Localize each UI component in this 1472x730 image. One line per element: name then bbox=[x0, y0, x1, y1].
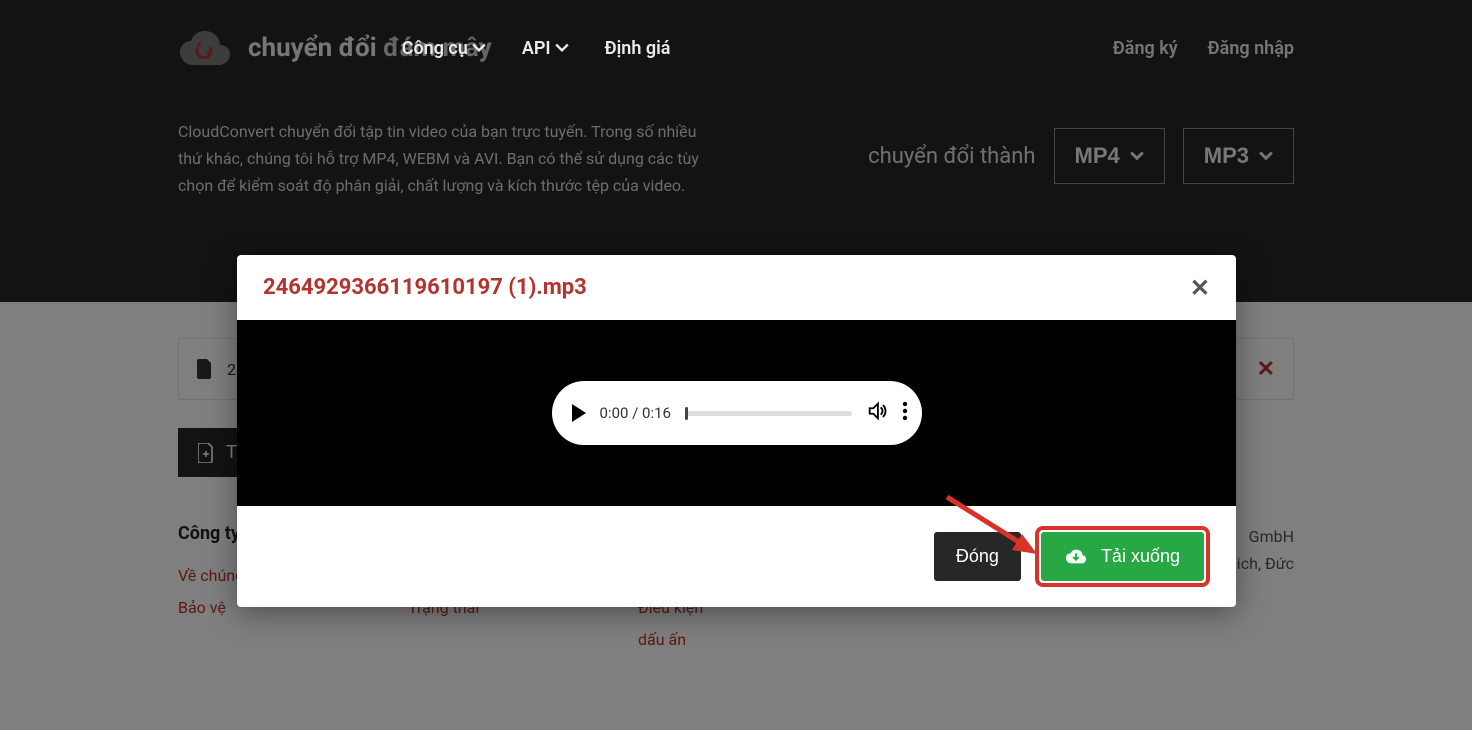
audio-player: 0:00 / 0:16 bbox=[552, 381, 922, 445]
nav-api[interactable]: API bbox=[522, 38, 569, 59]
audio-time: 0:00 / 0:16 bbox=[600, 404, 671, 422]
modal-header: 2464929366119610197 (1).mp3 ✕ bbox=[237, 255, 1236, 320]
nav-left: Công cụ API Định giá bbox=[402, 38, 671, 59]
close-icon[interactable]: ✕ bbox=[1190, 276, 1210, 300]
chevron-down-icon bbox=[555, 41, 569, 55]
more-icon[interactable] bbox=[902, 401, 908, 425]
volume-icon[interactable] bbox=[866, 400, 888, 426]
audio-seek-track[interactable] bbox=[685, 411, 852, 416]
chevron-down-icon bbox=[472, 41, 486, 55]
download-button-highlight: Tải xuống bbox=[1035, 526, 1210, 587]
cloud-download-icon bbox=[1065, 548, 1087, 566]
download-button[interactable]: Tải xuống bbox=[1041, 532, 1204, 581]
close-button[interactable]: Đóng bbox=[934, 532, 1021, 581]
play-button[interactable] bbox=[572, 404, 586, 422]
nav-pricing[interactable]: Định giá bbox=[605, 38, 671, 59]
modal-title: 2464929366119610197 (1).mp3 bbox=[263, 275, 587, 300]
nav-tools[interactable]: Công cụ bbox=[402, 38, 486, 59]
modal-footer: Đóng Tải xuống bbox=[237, 506, 1236, 607]
preview-modal: 2464929366119610197 (1).mp3 ✕ 0:00 / 0:1… bbox=[237, 255, 1236, 607]
modal-body: 0:00 / 0:16 bbox=[237, 320, 1236, 506]
